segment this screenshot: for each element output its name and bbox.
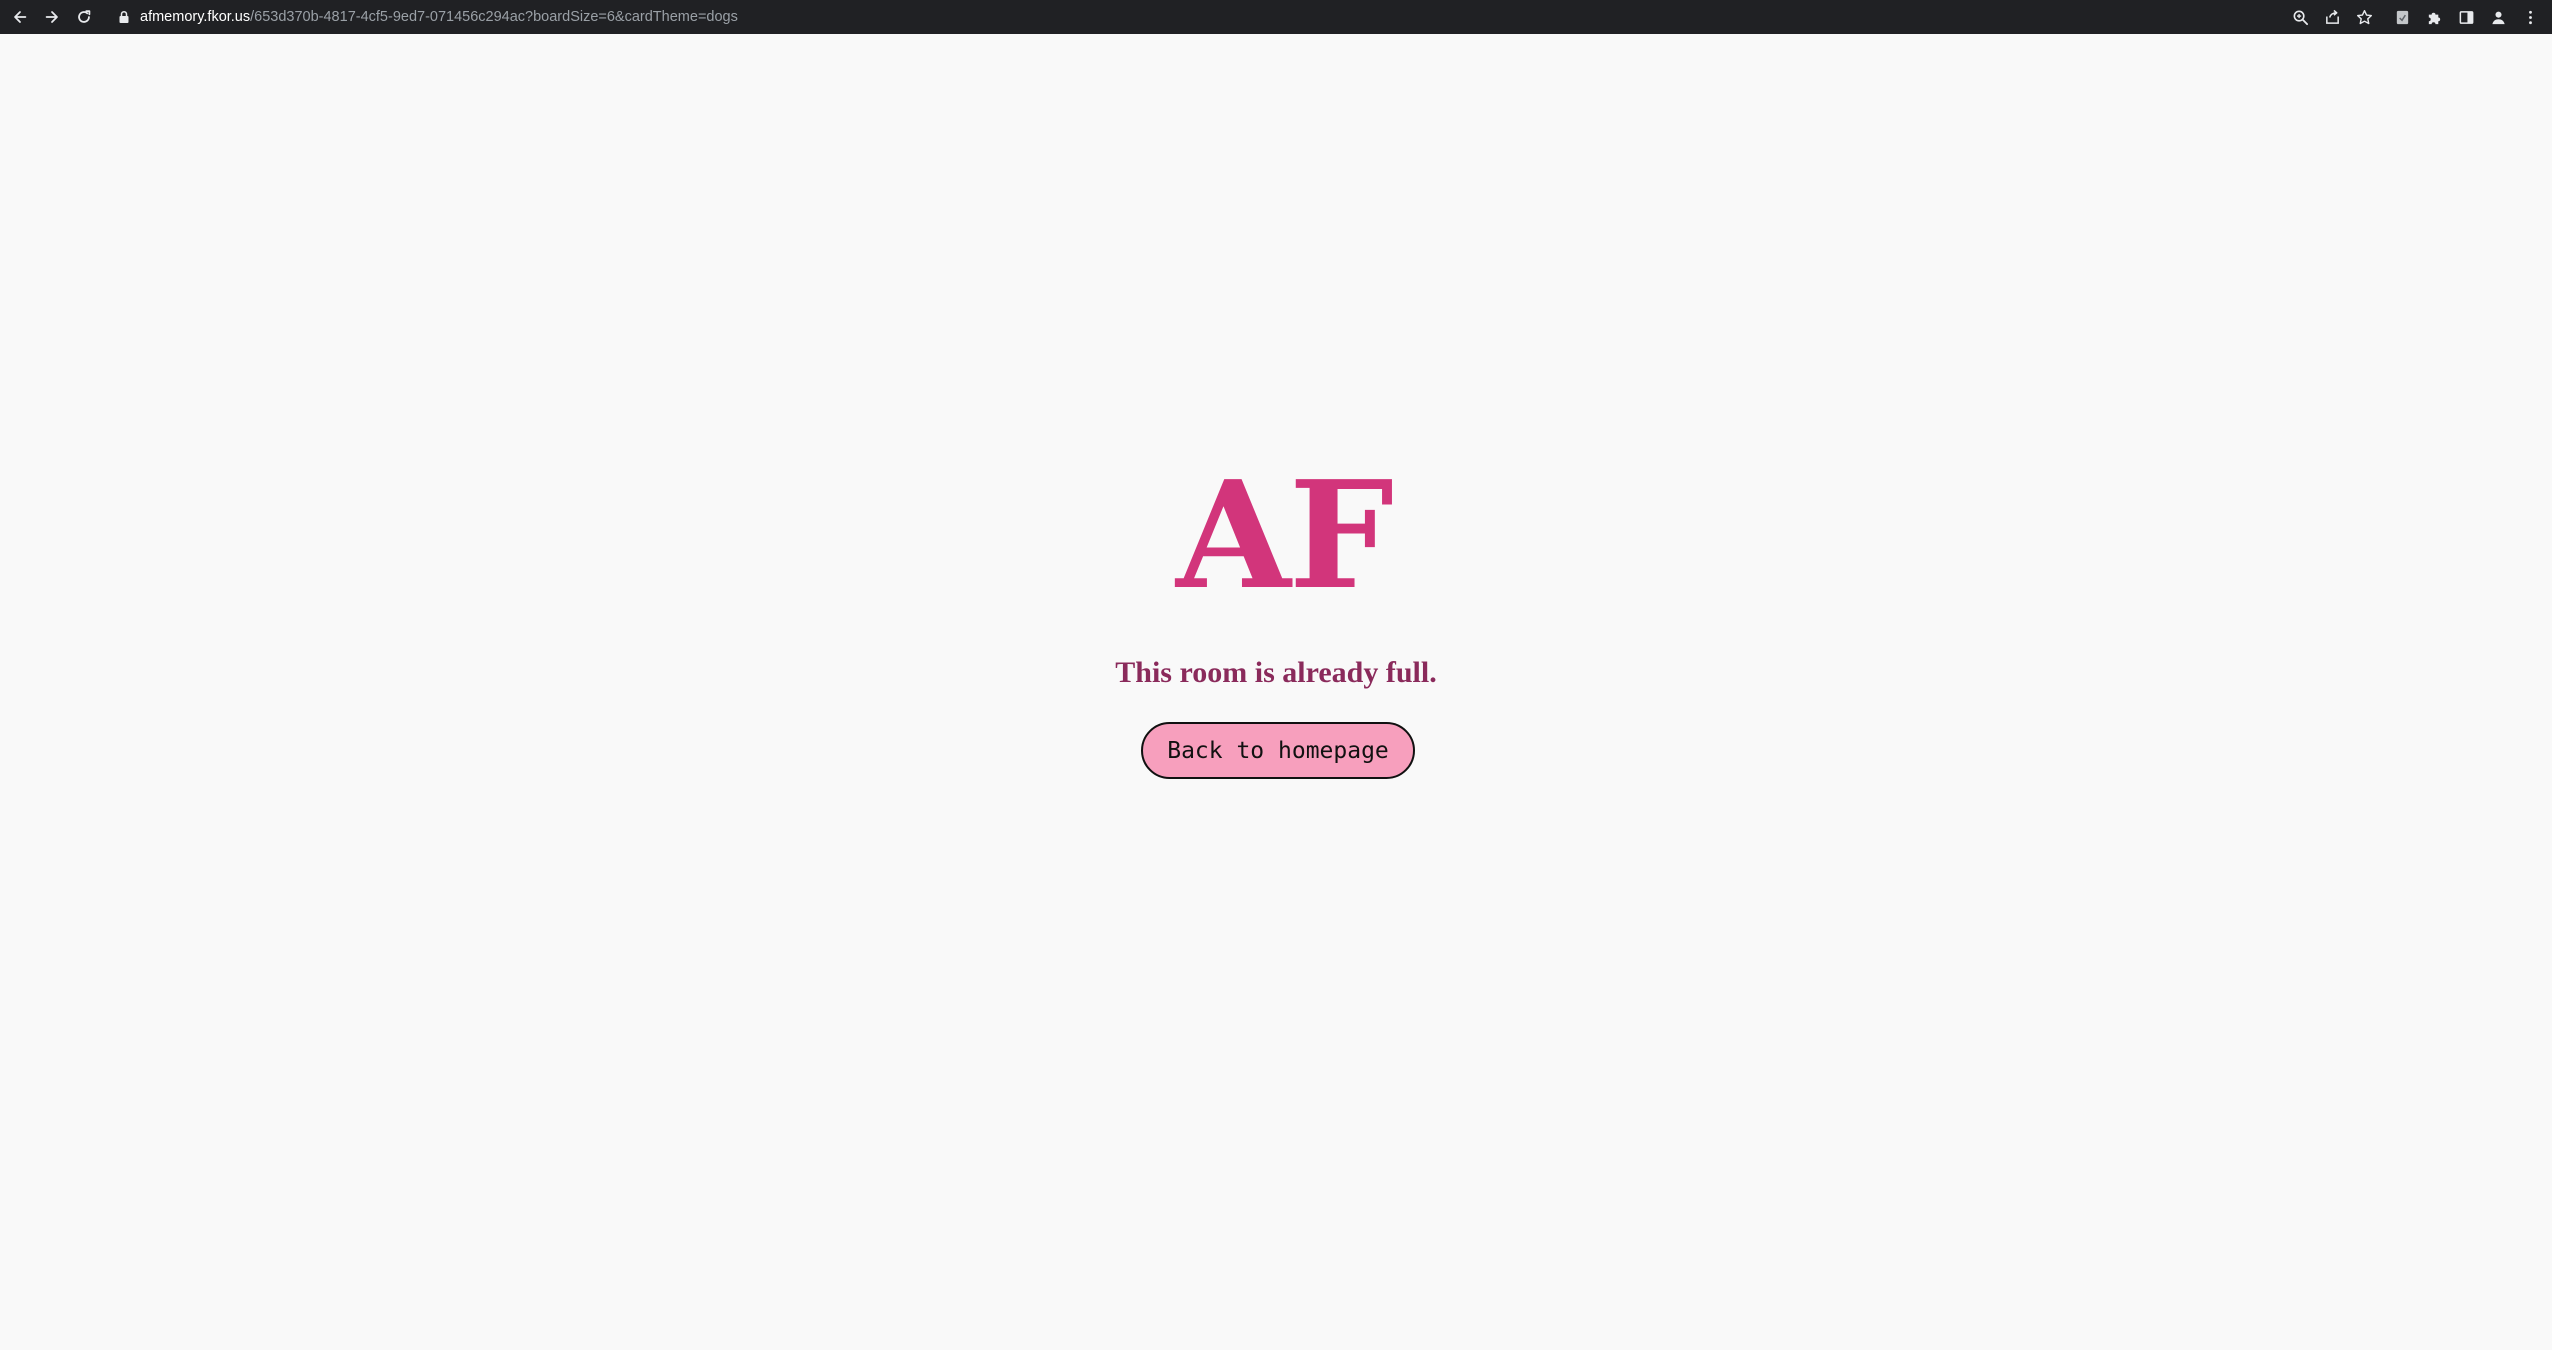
url-text[interactable]: afmemory.fkor.us/653d370b-4817-4cf5-9ed7…	[140, 9, 738, 25]
back-to-homepage-button[interactable]: Back to homepage	[1141, 722, 1415, 779]
lock-icon[interactable]	[118, 10, 130, 24]
url-host: afmemory.fkor.us	[140, 9, 251, 25]
extension-icon[interactable]	[2386, 0, 2418, 34]
browser-toolbar-icons	[2284, 0, 2546, 34]
puzzle-extensions-icon[interactable]	[2418, 0, 2450, 34]
side-panel-icon[interactable]	[2450, 0, 2482, 34]
profile-icon[interactable]	[2482, 0, 2514, 34]
zoom-icon[interactable]	[2284, 0, 2316, 34]
menu-kebab-icon[interactable]	[2514, 0, 2546, 34]
af-logo: AF	[1176, 448, 1394, 622]
share-icon[interactable]	[2316, 0, 2348, 34]
address-bar[interactable]: afmemory.fkor.us/653d370b-4817-4cf5-9ed7…	[102, 3, 2252, 31]
browser-toolbar: afmemory.fkor.us/653d370b-4817-4cf5-9ed7…	[0, 0, 2552, 34]
back-arrow-icon[interactable]	[4, 0, 36, 34]
url-path: /653d370b-4817-4cf5-9ed7-071456c294ac?bo…	[250, 9, 738, 25]
browser-nav-buttons	[4, 0, 100, 34]
room-full-message: This room is already full.	[1115, 656, 1437, 689]
page-content	[0, 34, 2552, 1350]
reload-icon[interactable]	[68, 0, 100, 34]
bookmark-star-icon[interactable]	[2348, 0, 2380, 34]
forward-arrow-icon[interactable]	[36, 0, 68, 34]
